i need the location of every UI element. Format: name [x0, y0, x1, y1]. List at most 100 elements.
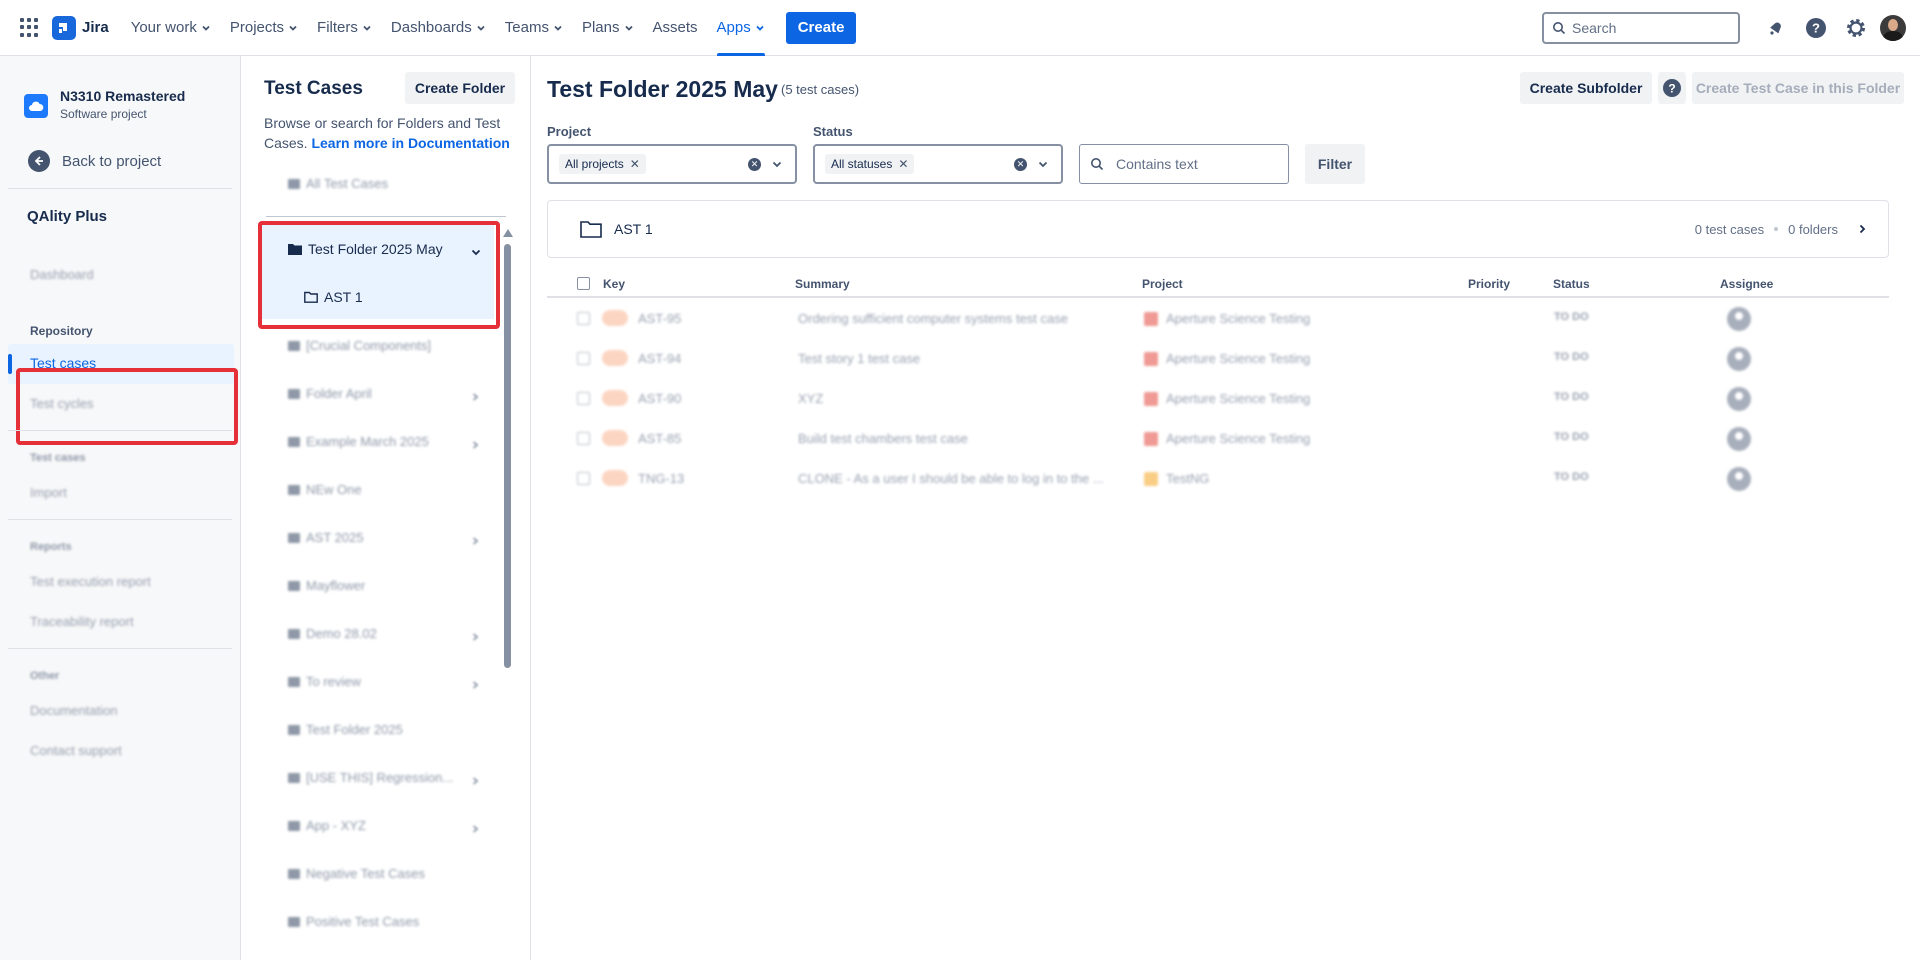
- create-folder-button[interactable]: Create Folder: [405, 72, 515, 104]
- search-box[interactable]: [1542, 11, 1740, 44]
- notifications-icon[interactable]: [1756, 8, 1796, 48]
- nav-item-plans[interactable]: Plans: [582, 0, 634, 56]
- tree-item-folder[interactable]: Folder April: [288, 386, 372, 401]
- text-filter-box[interactable]: [1079, 144, 1289, 184]
- select-all-checkbox[interactable]: [577, 277, 590, 290]
- clear-icon[interactable]: ✕: [1014, 157, 1027, 171]
- column-header-summary[interactable]: Summary: [795, 277, 850, 291]
- create-test-case-button[interactable]: Create Test Case in this Folder: [1692, 72, 1904, 104]
- app-switcher-icon[interactable]: [20, 17, 40, 38]
- sidebar-item-dashboard[interactable]: Dashboard: [30, 267, 94, 282]
- tree-item-folder[interactable]: To review: [288, 674, 361, 689]
- sidebar-item-traceability-report[interactable]: Traceability report: [30, 614, 134, 629]
- cell-key[interactable]: AST-90: [638, 391, 681, 406]
- filter-button[interactable]: Filter: [1305, 144, 1365, 184]
- sidebar-item-test-execution-report[interactable]: Test execution report: [30, 574, 151, 589]
- scroll-up-arrow-icon[interactable]: [503, 229, 513, 237]
- row-checkbox[interactable]: [577, 472, 590, 485]
- chevron-right-icon[interactable]: [470, 629, 480, 647]
- assignee-avatar-icon[interactable]: [1727, 387, 1751, 411]
- tree-item-folder[interactable]: Example March 2025: [288, 434, 429, 449]
- project-filter-select[interactable]: All projects ✕ ✕: [547, 144, 797, 184]
- search-input[interactable]: [1572, 19, 1722, 36]
- nav-item-assets[interactable]: Assets: [653, 0, 698, 56]
- user-avatar[interactable]: [1880, 14, 1906, 41]
- cell-summary[interactable]: Test story 1 test case: [798, 351, 920, 366]
- back-to-project-link[interactable]: Back to project: [28, 150, 161, 172]
- sidebar-item-test-cycles[interactable]: Test cycles: [30, 396, 94, 411]
- table-row[interactable]: AST-90 XYZ Aperture Science Testing TO DO: [532, 384, 1920, 414]
- sidebar-item-contact-support[interactable]: Contact support: [30, 743, 122, 758]
- test-cases-title: Test Cases: [264, 78, 363, 99]
- tree-item-folder[interactable]: Negative Test Cases: [288, 866, 425, 881]
- create-subfolder-button[interactable]: Create Subfolder: [1520, 72, 1652, 104]
- nav-item-teams[interactable]: Teams: [505, 0, 563, 56]
- sidebar-item-import[interactable]: Import: [30, 485, 67, 500]
- row-checkbox[interactable]: [577, 352, 590, 365]
- table-row[interactable]: AST-95 Ordering sufficient computer syste…: [532, 304, 1920, 334]
- chevron-right-icon[interactable]: [470, 677, 480, 695]
- assignee-avatar-icon[interactable]: [1727, 467, 1751, 491]
- assignee-avatar-icon[interactable]: [1727, 347, 1751, 371]
- nav-item-apps[interactable]: Apps: [716, 0, 765, 56]
- nav-item-filters[interactable]: Filters: [317, 0, 372, 56]
- jira-logo[interactable]: Jira: [52, 15, 109, 40]
- row-checkbox[interactable]: [577, 312, 590, 325]
- learn-more-link[interactable]: Learn more in Documentation: [311, 135, 509, 151]
- tree-item-folder[interactable]: Positive Test Cases: [288, 914, 419, 929]
- chevron-right-icon[interactable]: [470, 437, 480, 455]
- tree-item-folder[interactable]: Demo 28.02: [288, 626, 377, 641]
- column-header-project[interactable]: Project: [1142, 277, 1183, 291]
- chevron-right-icon[interactable]: [470, 533, 480, 551]
- column-header-priority[interactable]: Priority: [1468, 277, 1510, 291]
- nav-item-dashboards[interactable]: Dashboards: [391, 0, 486, 56]
- tree-scrollbar[interactable]: [504, 244, 511, 668]
- clear-icon[interactable]: ✕: [748, 157, 761, 171]
- tree-item-folder[interactable]: [USE THIS] Regression...: [288, 770, 453, 785]
- chevron-right-icon[interactable]: [470, 389, 480, 407]
- chevron-right-icon[interactable]: [470, 821, 480, 839]
- nav-item-your-work[interactable]: Your work: [131, 0, 211, 56]
- tree-item-folder[interactable]: AST 2025: [288, 530, 364, 545]
- help-icon[interactable]: ?: [1796, 8, 1836, 48]
- chevron-down-icon[interactable]: [1037, 158, 1049, 170]
- help-button[interactable]: ?: [1658, 72, 1686, 104]
- chevron-down-icon[interactable]: [771, 158, 783, 170]
- cell-summary[interactable]: Ordering sufficient computer systems tes…: [798, 311, 1068, 326]
- subfolder-card[interactable]: AST 1 0 test cases 0 folders: [547, 200, 1889, 258]
- status-filter-select[interactable]: All statuses ✕ ✕: [813, 144, 1063, 184]
- tree-item-folder[interactable]: NEw One: [288, 482, 362, 497]
- cell-summary[interactable]: XYZ: [798, 391, 823, 406]
- remove-chip-icon[interactable]: ✕: [630, 157, 640, 171]
- cell-key[interactable]: AST-85: [638, 431, 681, 446]
- cell-key[interactable]: AST-95: [638, 311, 681, 326]
- tree-item-folder[interactable]: App - XYZ: [288, 818, 366, 833]
- table-row[interactable]: AST-85 Build test chambers test case Apert…: [532, 424, 1920, 454]
- row-checkbox[interactable]: [577, 392, 590, 405]
- cell-key[interactable]: TNG-13: [638, 471, 684, 486]
- cell-summary[interactable]: CLONE - As a user I should be able to lo…: [798, 471, 1104, 486]
- settings-gear-icon[interactable]: [1836, 8, 1876, 48]
- table-row[interactable]: TNG-13 CLONE - As a user I should be able…: [532, 464, 1920, 494]
- table-row[interactable]: AST-94 Test story 1 test case Aperture Sci…: [532, 344, 1920, 374]
- row-checkbox[interactable]: [577, 432, 590, 445]
- tree-item-all-test-cases[interactable]: All Test Cases: [288, 176, 388, 191]
- tree-item-folder[interactable]: [Crucial Components]: [288, 338, 431, 353]
- nav-item-projects[interactable]: Projects: [230, 0, 298, 56]
- column-header-key[interactable]: Key: [603, 277, 625, 291]
- remove-chip-icon[interactable]: ✕: [898, 157, 908, 171]
- chevron-right-icon[interactable]: [1856, 223, 1868, 235]
- assignee-avatar-icon[interactable]: [1727, 427, 1751, 451]
- column-header-assignee[interactable]: Assignee: [1720, 277, 1773, 291]
- sidebar-item-documentation[interactable]: Documentation: [30, 703, 117, 718]
- tree-item-folder[interactable]: Mayflower: [288, 578, 365, 593]
- chevron-right-icon[interactable]: [470, 773, 480, 791]
- assignee-avatar-icon[interactable]: [1727, 307, 1751, 331]
- column-header-status[interactable]: Status: [1553, 277, 1590, 291]
- tree-item-folder[interactable]: Test Folder 2025: [288, 722, 403, 737]
- text-filter-input[interactable]: [1116, 156, 1276, 172]
- project-header[interactable]: N3310 Remastered Software project: [24, 88, 185, 121]
- cell-summary[interactable]: Build test chambers test case: [798, 431, 968, 446]
- create-button[interactable]: Create: [785, 11, 857, 44]
- cell-key[interactable]: AST-94: [638, 351, 681, 366]
